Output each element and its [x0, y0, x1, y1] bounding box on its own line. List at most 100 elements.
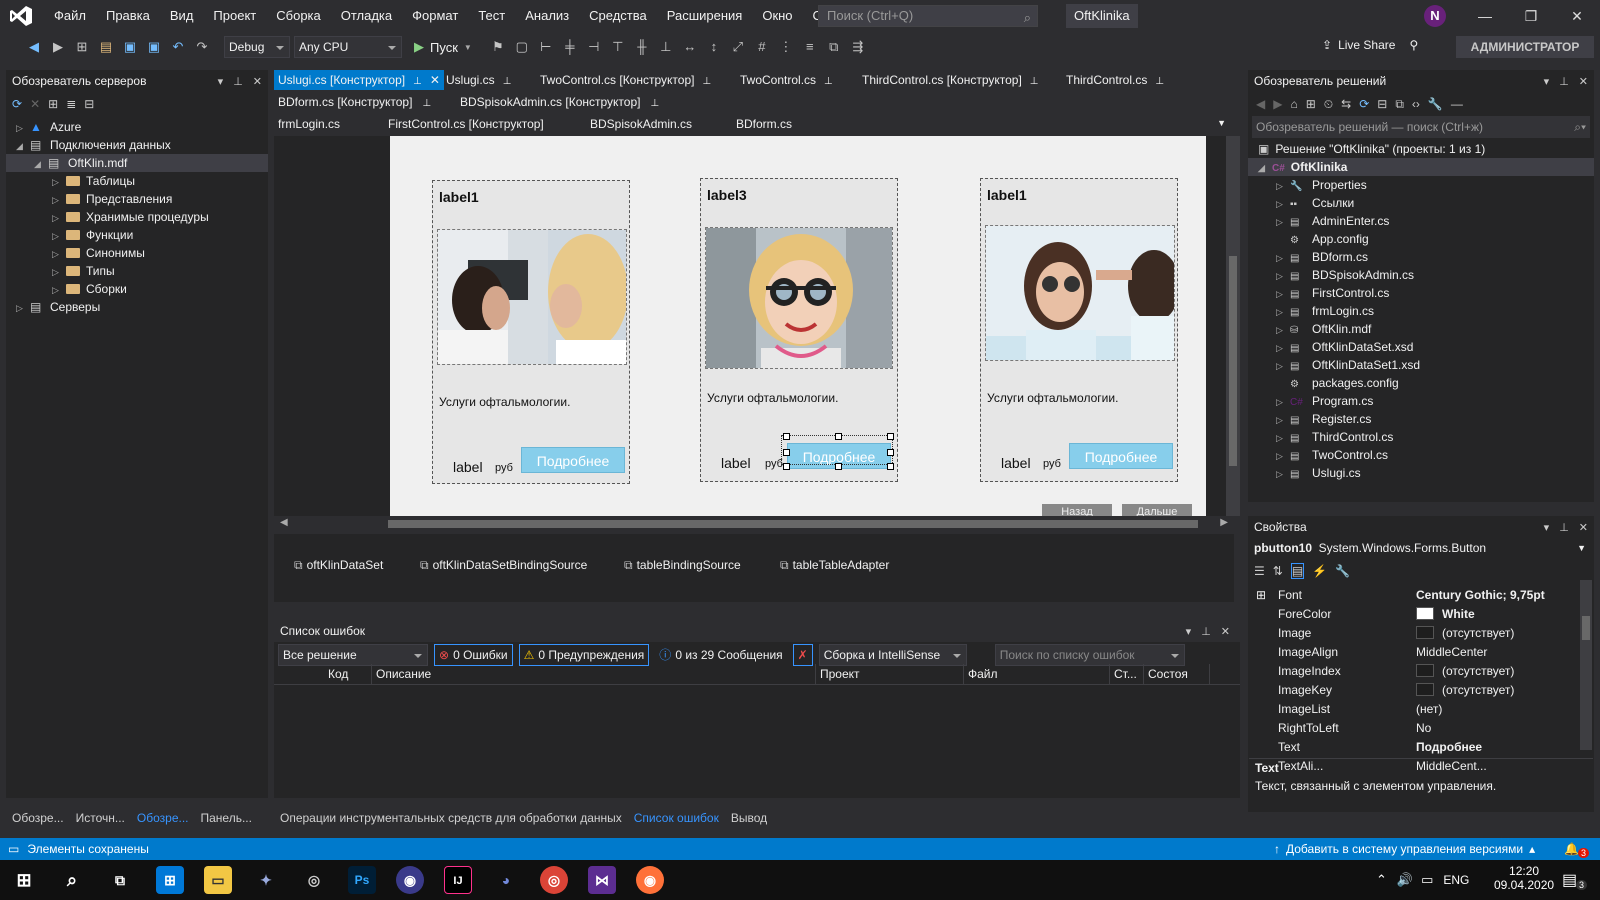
close-icon[interactable]: ✕ [1579, 76, 1588, 88]
chevron-up-icon[interactable]: ⌃ [1376, 872, 1387, 888]
solution-item[interactable]: ▷ ▤ Uslugi.cs [1248, 464, 1594, 482]
document-tab[interactable]: Uslugi.cs [Конструктор] ⊥ ✕ [274, 70, 444, 90]
messages-filter[interactable]: ⓘ 0 из 29 Сообщения [655, 644, 786, 666]
sql-server-icon[interactable]: ⊟ [84, 97, 94, 111]
column-header[interactable]: Проект [816, 664, 964, 684]
collapse-all-icon[interactable]: ⊟ [1377, 97, 1387, 111]
switch-views-icon[interactable]: ⊞ [1306, 97, 1316, 111]
maximize-button[interactable]: ❐ [1508, 0, 1554, 32]
tab-order-icon[interactable]: ⇶ [848, 37, 868, 57]
pin-icon[interactable]: ⊥ [702, 76, 711, 87]
details-button[interactable]: Подробнее [521, 447, 625, 473]
property-row[interactable]: Text Подробнее [1248, 738, 1584, 757]
events-icon[interactable]: ⚡ [1312, 564, 1327, 578]
solution-item[interactable]: ▷ ▤ FirstControl.cs [1248, 284, 1594, 302]
close-button[interactable]: ✕ [1554, 0, 1600, 32]
panel-tab[interactable]: Вывод [725, 808, 773, 828]
platform-select[interactable]: Any CPU [294, 36, 402, 58]
solution-item[interactable]: ▷ ▤ OftKlinDataSet.xsd [1248, 338, 1594, 356]
language-indicator[interactable]: ENG [1443, 873, 1469, 887]
menu-item[interactable]: Проект [203, 0, 266, 32]
jetbrains-icon[interactable]: IJ [444, 866, 472, 894]
store-icon[interactable]: ⊞ [156, 866, 184, 894]
expand-icon[interactable]: ▷ [1276, 411, 1290, 429]
home-icon[interactable]: ⌂ [1290, 97, 1297, 111]
property-row[interactable]: ⊞ Font Century Gothic; 9,75pt [1248, 586, 1584, 605]
document-tab[interactable]: TwoControl.cs ⊥ [736, 70, 837, 90]
app-icon[interactable]: ◉ [396, 866, 424, 894]
categorized-icon[interactable]: ☰ [1254, 564, 1265, 578]
solution-item[interactable]: ▷ ▪▪ Ссылки [1248, 194, 1594, 212]
menu-item[interactable]: Средства [579, 0, 657, 32]
menu-item[interactable]: Вид [160, 0, 204, 32]
menu-item[interactable]: Расширения [657, 0, 753, 32]
expand-icon[interactable]: ▷ [1276, 177, 1290, 195]
solution-item[interactable]: ▷ ⛁ OftKlin.mdf [1248, 320, 1594, 338]
menu-item[interactable]: Окно [752, 0, 802, 32]
save-all-icon[interactable]: ▣ [144, 37, 164, 57]
source-control-button[interactable]: ↑ Добавить в систему управления версиями ▴ [1274, 842, 1535, 856]
close-icon[interactable]: ✕ [430, 73, 440, 87]
properties-icon[interactable]: ▤ [1290, 563, 1305, 579]
tree-item[interactable]: ◢ ▤ OftKlin.mdf [6, 154, 268, 172]
tree-item[interactable]: ▷ Хранимые процедуры [6, 208, 268, 226]
property-value[interactable]: Подробнее [1416, 738, 1482, 757]
refresh-icon[interactable]: ⟳ [1359, 97, 1369, 111]
resize-handle[interactable] [887, 449, 894, 456]
pin-icon[interactable]: ⊥ [650, 98, 659, 109]
pending-changes-icon[interactable]: ⏲ [1324, 97, 1333, 112]
solution-item[interactable]: ▷ ▤ BDform.cs [1248, 248, 1594, 266]
properties-scrollbar[interactable] [1580, 580, 1592, 750]
solution-item[interactable]: ▷ 🔧 Properties [1248, 176, 1594, 194]
dropdown-icon[interactable]: ▾ [218, 76, 224, 88]
solution-item[interactable]: ⚙ App.config [1248, 230, 1594, 248]
save-icon[interactable]: ▣ [120, 37, 140, 57]
resize-handle[interactable] [783, 433, 790, 440]
column-header[interactable]: Файл [964, 664, 1110, 684]
service-card[interactable]: label3 Услуги офтальмологии. label руб П… [700, 178, 898, 482]
expand-icon[interactable]: ▷ [16, 299, 30, 317]
network-icon[interactable]: ▭ [1421, 872, 1433, 888]
solution-item[interactable]: ▷ ▤ frmLogin.cs [1248, 302, 1594, 320]
menu-item[interactable]: Анализ [515, 0, 579, 32]
expand-icon[interactable]: ▷ [1276, 465, 1290, 483]
expand-icon[interactable]: ▷ [52, 227, 66, 245]
action-center-icon[interactable]: ▤ [1562, 870, 1577, 890]
view-code-icon[interactable]: ‹› [1412, 97, 1420, 111]
collapse-icon[interactable]: ◢ [1258, 159, 1272, 177]
vertical-scrollbar[interactable] [1226, 136, 1240, 516]
expand-icon[interactable]: ▷ [1276, 321, 1290, 339]
service-card[interactable]: label1 Услуги офтальмологии. label руб П… [432, 180, 630, 484]
redo-icon[interactable]: ↷ [192, 37, 212, 57]
menu-item[interactable]: Отладка [331, 0, 402, 32]
column-header[interactable]: Описание [372, 664, 816, 684]
new-project-icon[interactable]: ⊞ [72, 37, 92, 57]
expand-icon[interactable]: ▷ [16, 119, 30, 137]
column-header[interactable]: Ст... [1110, 664, 1144, 684]
expand-icon[interactable]: ▷ [1276, 357, 1290, 375]
document-tab[interactable]: BDform.cs [Конструктор] ⊥ [274, 92, 435, 112]
tray-component[interactable]: ⧉ tableBindingSource [624, 558, 741, 573]
tree-item[interactable]: ▷ Синонимы [6, 244, 268, 262]
build-select[interactable]: Сборка и IntelliSense [818, 644, 967, 666]
tray-component[interactable]: ⧉ tableTableAdapter [780, 558, 889, 573]
expand-icon[interactable]: ▷ [1276, 249, 1290, 267]
resize-handle[interactable] [887, 433, 894, 440]
close-icon[interactable]: ✕ [1579, 522, 1588, 534]
menu-item[interactable]: Тест [468, 0, 515, 32]
forward-icon[interactable]: ▶ [48, 37, 68, 57]
panel-tab[interactable]: Операции инструментальных средств для об… [274, 808, 628, 828]
solution-root[interactable]: ▣ Решение "OftKlinika" (проекты: 1 из 1) [1248, 140, 1594, 158]
pin-icon[interactable]: ⊥ [1030, 76, 1039, 87]
tree-item[interactable]: ▷ ▲ Azure [6, 118, 268, 136]
collapse-icon[interactable]: ◢ [16, 137, 30, 155]
document-tab[interactable]: ThirdControl.cs [Конструктор] ⊥ [858, 70, 1043, 90]
solution-search-input[interactable]: Обозреватель решений — поиск (Ctrl+ж) ⌕▾ [1252, 116, 1590, 138]
menu-item[interactable]: Формат [402, 0, 468, 32]
refresh-icon[interactable]: ⟳ [12, 97, 22, 111]
solution-item[interactable]: ▷ ▤ TwoControl.cs [1248, 446, 1594, 464]
properties-icon[interactable]: 🔧 [1428, 97, 1443, 111]
spacing-icon[interactable]: ≡ [800, 37, 820, 57]
connect-server-icon[interactable]: ≣ [66, 97, 76, 111]
file-explorer-icon[interactable]: ▭ [204, 866, 232, 894]
